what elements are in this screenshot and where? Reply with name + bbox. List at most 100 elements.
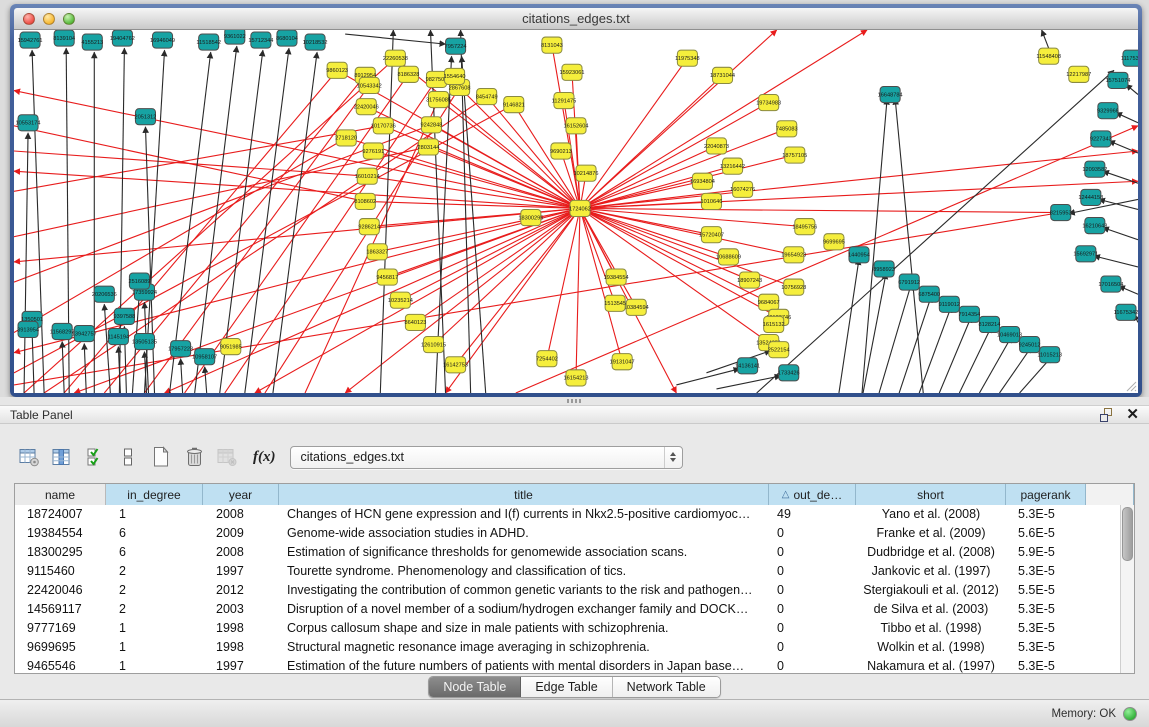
tab-network-table[interactable]: Network Table [613,677,720,697]
splitter-handle-icon[interactable] [567,399,583,403]
cell-short[interactable]: Nakamura et al. (1997) [856,657,1006,674]
table-row[interactable]: 2242004622012Investigating the contribut… [15,581,1121,600]
cell-in_degree[interactable]: 6 [106,543,203,562]
graph-edge[interactable] [400,208,580,300]
table-row[interactable]: 911546021997Tourette syndrome. Phenomeno… [15,562,1121,581]
graph-edge[interactable] [1103,171,1138,183]
cell-name[interactable]: 9465546 [15,657,106,674]
show-columns-icon[interactable] [49,444,75,470]
panel-splitter[interactable] [0,397,1149,405]
cell-pagerank[interactable]: 5.3E-5 [1006,562,1086,581]
cell-name[interactable]: 18300295 [15,543,106,562]
graph-edge[interactable] [62,342,64,393]
table-row[interactable]: 969969511998Structural magnetic resonanc… [15,638,1121,657]
cell-out_degree[interactable]: 0 [769,562,856,581]
cell-title[interactable]: Genome-wide association studies in ADHD. [279,524,769,543]
cell-year[interactable]: 1998 [203,638,279,657]
column-header-in_degree[interactable]: in_degree [106,484,203,505]
scrollbar-thumb[interactable] [1122,507,1133,561]
table-mode-icon[interactable] [16,444,42,470]
graph-edge[interactable] [32,50,44,393]
table-row[interactable]: 1830029562008Estimation of significance … [15,543,1121,562]
table-row[interactable]: 977716911998Corpus callosum shape and si… [15,619,1121,638]
graph-edge[interactable] [32,329,34,393]
graph-edge[interactable] [181,359,183,393]
cell-short[interactable]: Franke et al. (2009) [856,524,1006,543]
close-window-button[interactable] [23,13,35,25]
cell-in_degree[interactable]: 1 [106,505,203,524]
cell-year[interactable]: 2008 [203,505,279,524]
graph-edge[interactable] [165,208,580,393]
cell-short[interactable]: Jankovic et al. (1997) [856,562,1006,581]
cell-out_degree[interactable]: 0 [769,657,856,674]
graph-edge[interactable] [380,30,393,393]
cell-title[interactable]: Investigating the contribution of common… [279,581,769,600]
close-panel-icon[interactable]: ✕ [1126,408,1139,422]
graph-edge[interactable] [433,208,580,344]
cell-in_degree[interactable]: 1 [106,619,203,638]
cell-pagerank[interactable]: 5.3E-5 [1006,657,1086,674]
cell-name[interactable]: 9777169 [15,619,106,638]
graph-edge[interactable] [14,91,580,209]
graph-edge[interactable] [939,316,971,393]
graph-edge[interactable] [580,208,1061,212]
graph-edge[interactable] [14,208,580,261]
graph-edge[interactable] [273,52,317,393]
cell-in_degree[interactable]: 1 [106,657,203,674]
cell-pagerank[interactable]: 5.3E-5 [1006,638,1086,657]
cell-out_degree[interactable]: 0 [769,619,856,638]
cell-name[interactable]: 9699695 [15,638,106,657]
graph-edge[interactable] [979,337,1011,393]
cell-short[interactable]: Stergiakouli et al. (2012) [856,581,1006,600]
cell-title[interactable]: Corpus callosum shape and size in male p… [279,619,769,638]
table-row[interactable]: 1456911722003Disruption of a novel membe… [15,600,1121,619]
cell-title[interactable]: Tourette syndrome. Phenomenology and cla… [279,562,769,581]
cell-year[interactable]: 2009 [203,524,279,543]
cell-year[interactable]: 1998 [203,619,279,638]
graph-edge[interactable] [576,208,580,377]
graph-edge[interactable] [255,208,580,393]
graph-edge[interactable] [1000,347,1032,393]
cell-name[interactable]: 18724007 [15,505,106,524]
column-header-pagerank[interactable]: pagerank [1006,484,1086,505]
cell-in_degree[interactable]: 1 [106,638,203,657]
graph-edge[interactable] [1116,113,1138,123]
function-builder-icon[interactable]: f(x) [253,449,276,466]
graph-edge[interactable] [863,273,886,393]
cell-out_degree[interactable]: 49 [769,505,856,524]
graph-edge[interactable] [959,326,991,393]
cell-year[interactable]: 2012 [203,581,279,600]
delete-columns-icon[interactable] [181,444,207,470]
cell-title[interactable]: Changes of HCN gene expression and I(f) … [279,505,769,524]
graph-edge[interactable] [879,284,911,393]
graph-edge[interactable] [14,126,383,192]
cell-in_degree[interactable]: 6 [106,524,203,543]
network-window-titlebar[interactable]: citations_edges.txt [14,8,1138,30]
graph-edge[interactable] [1042,30,1049,48]
cell-name[interactable]: 19384554 [15,524,106,543]
graph-edge[interactable] [862,99,887,393]
cell-out_degree[interactable]: 0 [769,524,856,543]
graph-edge[interactable] [66,48,69,393]
cell-short[interactable]: Dudbridge et al. (2008) [856,543,1006,562]
cell-name[interactable]: 9115460 [15,562,106,581]
cell-title[interactable]: Structural magnetic resonance image aver… [279,638,769,657]
select-all-icon[interactable] [82,444,108,470]
table-selector-dropdown[interactable]: citations_edges.txt [290,446,683,469]
graph-edge[interactable] [1094,256,1138,267]
cell-out_degree[interactable]: 0 [769,543,856,562]
graph-edge[interactable] [367,176,580,208]
graph-edge[interactable] [839,259,859,393]
cell-pagerank[interactable]: 5.5E-5 [1006,581,1086,600]
cell-name[interactable]: 22420046 [15,581,106,600]
graph-edge[interactable] [1109,141,1138,153]
cell-title[interactable]: Estimation of significance thresholds fo… [279,543,769,562]
zoom-window-button[interactable] [63,13,75,25]
cell-in_degree[interactable]: 2 [106,581,203,600]
cell-title[interactable]: Disruption of a novel member of a sodium… [279,600,769,619]
graph-edge[interactable] [1103,228,1138,240]
cell-in_degree[interactable]: 2 [106,562,203,581]
graph-edge[interactable] [580,30,867,208]
cell-short[interactable]: Tibbo et al. (1998) [856,619,1006,638]
cell-short[interactable]: Yano et al. (2008) [856,505,1006,524]
